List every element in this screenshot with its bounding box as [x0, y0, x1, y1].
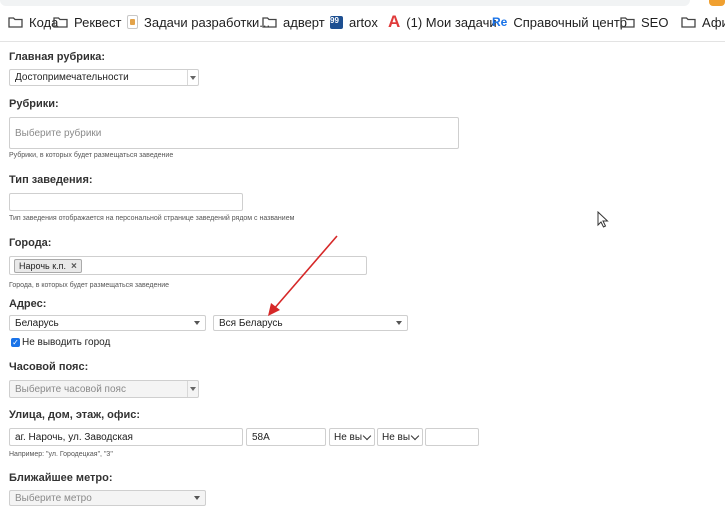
annotation-arrow [268, 235, 338, 316]
mouse-cursor-icon [597, 211, 609, 228]
annotation-arrow-line [272, 235, 338, 311]
